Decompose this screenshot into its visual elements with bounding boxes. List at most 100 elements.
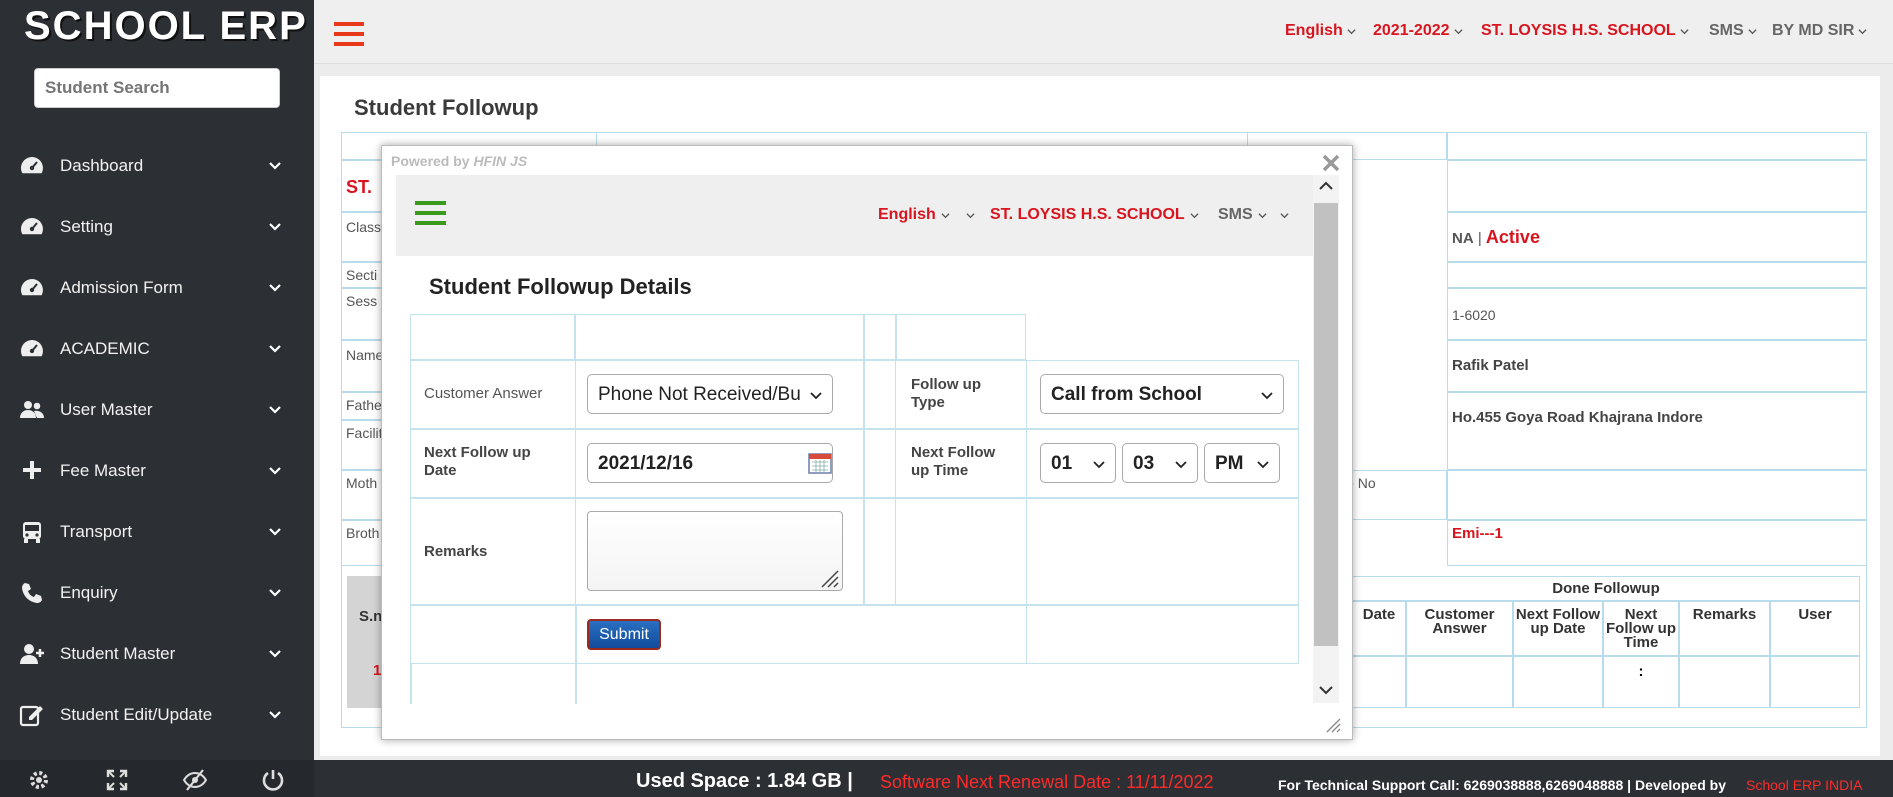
chevron-down-icon[interactable] [1280,211,1289,220]
sidebar-item-student-master[interactable]: Student Master [0,623,314,684]
table-cell [1513,656,1603,708]
powered-name: HFIN JS [473,153,528,169]
support-info: For Technical Support Call: 6269038888,6… [1278,777,1726,793]
chevron-down-icon [1680,28,1689,34]
sidebar-item-student-edit-update[interactable]: Student Edit/Update [0,684,314,745]
app-logo: SCHOOL ERP [24,4,308,48]
language-dropdown[interactable]: English [1285,22,1356,40]
remarks-textarea[interactable] [587,511,843,591]
status-separator: | [1477,230,1482,247]
sms-dropdown[interactable]: SMS [1709,22,1757,40]
submit-button[interactable]: Submit [587,619,661,650]
table-cell [1679,656,1770,708]
chevron-down-icon [1347,28,1356,34]
session-dropdown[interactable]: 2021-2022 [1373,22,1463,40]
sidebar-item-user-master[interactable]: User Master [0,379,314,440]
dashboard-icon [21,339,43,356]
chevron-down-icon[interactable] [966,211,975,220]
sidebar-item-transport[interactable]: Transport [0,501,314,562]
calendar-icon[interactable] [808,452,832,474]
table-cell [1406,656,1513,708]
sidebar-item-label: ACADEMIC [60,338,150,358]
table-cell [1447,132,1867,160]
scroll-down-icon[interactable] [1318,682,1334,698]
gear-icon[interactable] [27,768,51,792]
sidebar-item-admission-form[interactable]: Admission Form [0,257,314,318]
powered-prefix: Powered by [391,153,470,169]
user-dropdown[interactable]: BY MD SIR [1772,22,1867,40]
close-icon[interactable] [1320,152,1342,174]
power-icon[interactable] [261,768,285,792]
modal-menu-toggle-icon[interactable] [415,201,446,225]
chevron-down-icon [269,161,281,170]
form-column [864,360,896,605]
col-header-user: User [1770,601,1860,656]
scrollbar-thumb[interactable] [1314,203,1338,646]
menu-toggle-icon[interactable] [334,22,364,50]
renewal-date: Software Next Renewal Date : 11/11/2022 [880,772,1214,792]
fullscreen-icon[interactable] [105,768,129,792]
eye-slash-icon[interactable] [183,768,207,792]
followup-type-select[interactable]: Call from School [1040,374,1284,414]
followup-type-value: Call from School [1051,384,1202,405]
minute-select[interactable]: 03 [1122,443,1198,483]
scroll-up-icon[interactable] [1318,178,1334,194]
sidebar-item-dashboard[interactable]: Dashboard [0,135,314,196]
table-cell [1447,160,1867,212]
mobile-label: le No [1338,470,1447,520]
serial-header: S.n [359,608,383,625]
table-cell [1352,656,1406,708]
next-date-input[interactable]: 2021/12/16 [587,443,833,483]
modal-sms-dropdown[interactable]: SMS [1218,206,1267,224]
father-name: Rafik Patel [1447,340,1867,392]
customer-answer-label: Customer Answer [424,385,543,402]
form-cell [896,314,1026,360]
sidebar-item-academic[interactable]: ACADEMIC [0,318,314,379]
sidebar-item-fee-master[interactable]: Fee Master [0,440,314,501]
emi-value: Emi---1 [1447,520,1867,566]
table-cell [1447,262,1867,288]
modal-sms-label: SMS [1218,206,1253,223]
col-header-next-date: Next Follow up Date [1513,601,1603,656]
customer-answer-select[interactable]: Phone Not Received/Bu [587,374,833,414]
sidebar-item-label: Student Edit/Update [60,704,213,724]
status-cell: NA | Active [1447,212,1867,262]
chevron-down-icon [1453,28,1463,34]
status-na: NA [1452,230,1474,247]
resize-grip-icon[interactable] [818,568,840,588]
hour-value: 01 [1051,453,1073,474]
modal-school-dropdown[interactable]: ST. LOYSIS H.S. SCHOOL [990,206,1199,224]
chevron-down-icon [810,392,822,400]
next-date-label: Next Follow up Date [424,444,531,479]
sidebar-item-enquiry[interactable]: Enquiry [0,562,314,623]
chevron-down-icon [1258,212,1267,218]
done-followup-header: Done Followup [1352,576,1860,601]
sidebar-item-setting[interactable]: Setting [0,196,314,257]
developer-link[interactable]: School ERP INDIA [1746,777,1862,793]
school-label: ST. LOYSIS H.S. SCHOOL [1481,22,1676,39]
student-search-input[interactable] [34,68,280,108]
chevron-down-icon [269,466,281,475]
chevron-down-icon [269,283,281,292]
modal-language-dropdown[interactable]: English [878,206,950,224]
chevron-down-icon [269,649,281,658]
form-cell [410,314,575,360]
user-plus-icon [20,643,44,664]
ampm-select[interactable]: PM [1204,443,1280,483]
users-icon [20,400,44,418]
resize-handle-icon[interactable] [1323,715,1341,733]
chevron-down-icon [1190,212,1199,218]
sidebar-item-label: Setting [60,216,113,236]
table-cell [1447,470,1867,520]
chevron-down-icon [269,222,281,231]
chevron-down-icon [269,527,281,536]
school-dropdown[interactable]: ST. LOYSIS H.S. SCHOOL [1481,22,1689,40]
chevron-down-icon [1257,461,1269,469]
hour-select[interactable]: 01 [1040,443,1116,483]
chevron-down-icon [1093,461,1105,469]
customer-answer-value: Phone Not Received/Bu [598,384,801,405]
form-cell [864,314,896,360]
minute-value: 03 [1133,453,1155,474]
ampm-value: PM [1215,453,1244,474]
sidebar: SCHOOL ERP Dashboard Setting Admission F… [0,0,314,797]
